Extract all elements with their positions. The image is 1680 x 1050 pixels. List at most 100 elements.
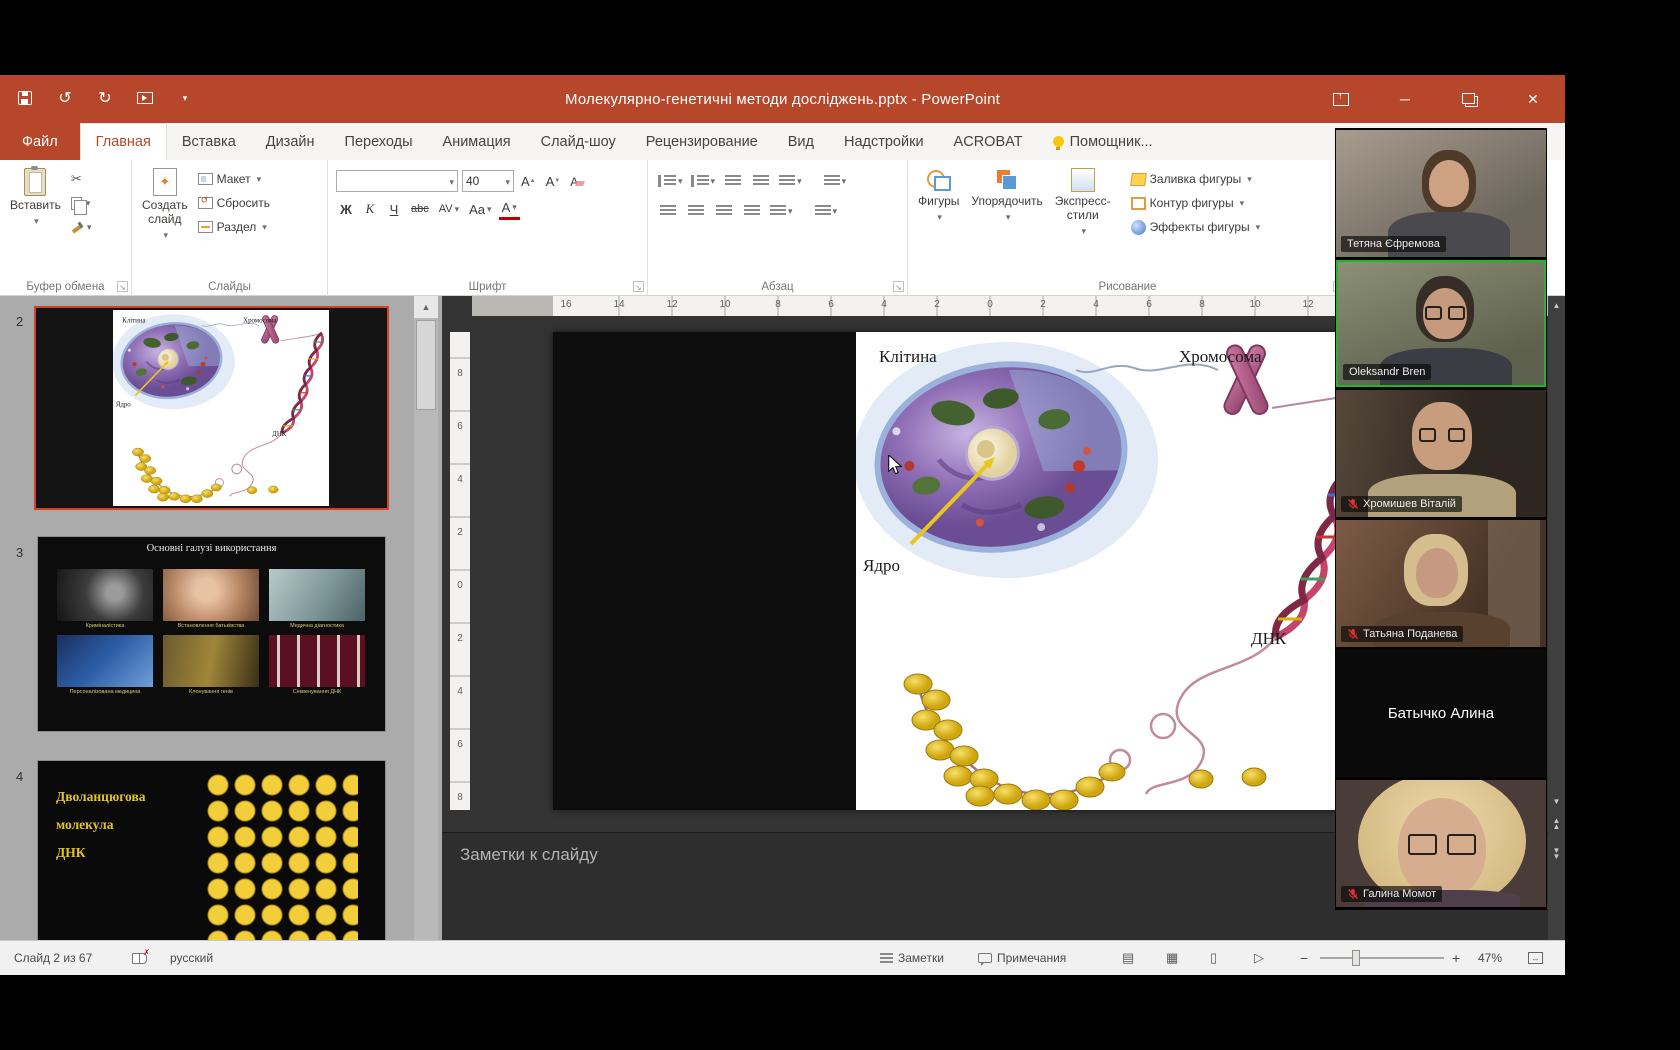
tab-tellme[interactable]: Помощник... — [1038, 123, 1168, 160]
scrollbar-thumb[interactable] — [416, 320, 436, 410]
editor-scrollbar[interactable]: ▲ ▼ ▲▲ ▼▼ — [1548, 296, 1565, 940]
align-right-button[interactable] — [712, 200, 736, 222]
increase-indent-button[interactable] — [749, 170, 773, 192]
notes-toggle-button[interactable]: Заметки — [880, 941, 944, 975]
layout-button[interactable]: Макет — [194, 168, 274, 190]
strikethrough-button[interactable]: abc — [408, 198, 432, 220]
bullets-button[interactable] — [656, 170, 685, 192]
tab-review[interactable]: Рецензирование — [631, 123, 773, 160]
tab-home[interactable]: Главная — [80, 123, 167, 160]
copy-button[interactable] — [67, 192, 96, 214]
slide-thumbnail-4[interactable]: Дволанцюгова молекула ДНК — [37, 760, 386, 940]
clear-formatting-icon[interactable] — [567, 170, 587, 192]
tab-transitions[interactable]: Переходы — [330, 123, 428, 160]
participant-video-2[interactable]: Oleksandr Bren — [1336, 260, 1546, 387]
fit-to-window-button[interactable] — [1528, 941, 1543, 975]
font-size-input[interactable] — [466, 174, 505, 188]
quick-styles-button[interactable]: Экспресс-стили — [1049, 164, 1117, 240]
bold-button[interactable]: Ж — [336, 198, 356, 220]
font-size-combo[interactable] — [462, 170, 514, 192]
zoom-slider[interactable] — [1320, 941, 1444, 975]
shapes-button[interactable]: Фигуры — [912, 164, 965, 226]
italic-button[interactable]: К — [360, 198, 380, 220]
slide-thumbnail-2[interactable] — [34, 306, 389, 510]
comments-toggle-button[interactable]: Примечания — [978, 941, 1066, 975]
paste-button[interactable]: Вставить — [4, 164, 67, 230]
tab-slideshow[interactable]: Слайд-шоу — [526, 123, 631, 160]
previous-slide-icon[interactable]: ▲▲ — [1548, 814, 1565, 834]
slide-counter[interactable]: Слайд 2 из 67 — [14, 941, 92, 975]
participant-video-6[interactable]: Галина Момот — [1336, 780, 1546, 907]
line-spacing-button[interactable] — [777, 170, 804, 192]
font-name-input[interactable] — [340, 174, 449, 188]
text-direction-button[interactable] — [822, 170, 849, 192]
cell-dna-illustration[interactable] — [856, 332, 1392, 810]
tab-acrobat[interactable]: ACROBAT — [939, 123, 1038, 160]
slide-sorter-view-button[interactable]: ▦ — [1166, 941, 1178, 975]
slide-thumbnail-3[interactable]: Основні галузі використання Криміналісти… — [37, 536, 386, 732]
zoom-level[interactable]: 47% — [1478, 941, 1502, 975]
underline-button[interactable]: Ч — [384, 198, 404, 220]
slideshow-view-button[interactable]: ▷ — [1254, 941, 1264, 975]
clipboard-dialog-launcher-icon[interactable] — [117, 281, 128, 292]
slide-canvas[interactable] — [553, 332, 1424, 810]
scroll-up-icon[interactable]: ▲ — [1548, 296, 1565, 316]
columns-button[interactable] — [768, 200, 795, 222]
participant-video-5[interactable]: Батычко Алина — [1336, 650, 1546, 777]
section-button[interactable]: Раздел — [194, 216, 274, 238]
font-color-button[interactable]: А — [499, 198, 520, 220]
font-name-combo[interactable] — [336, 170, 458, 192]
zoom-in-button[interactable] — [1452, 941, 1460, 975]
character-spacing-button[interactable]: AV — [436, 198, 462, 220]
change-case-button[interactable]: Aa — [466, 198, 494, 220]
participant-video-3[interactable]: Хромишев Віталій — [1336, 390, 1546, 517]
tab-file[interactable]: Файл — [0, 123, 80, 160]
justify-button[interactable] — [740, 200, 764, 222]
tab-insert[interactable]: Вставка — [167, 123, 251, 160]
participant-video-4[interactable]: Татьяна Поданева — [1336, 520, 1546, 647]
tab-design[interactable]: Дизайн — [251, 123, 330, 160]
muted-mic-icon — [1347, 628, 1359, 640]
thumbnails-scrollbar[interactable]: ▲ — [414, 296, 438, 940]
thumb3-title: Основні галузі використання — [38, 543, 385, 554]
tab-view[interactable]: Вид — [773, 123, 829, 160]
participant-name-label: Тетяна Єфремова — [1341, 236, 1446, 252]
zoom-out-button[interactable] — [1300, 941, 1308, 975]
shape-fill-button[interactable]: Заливка фигуры — [1127, 168, 1265, 190]
participant-video-1[interactable]: Тетяна Єфремова — [1336, 130, 1546, 257]
font-dialog-launcher-icon[interactable] — [633, 281, 644, 292]
cut-icon — [71, 171, 82, 187]
reading-view-button[interactable]: ▯ — [1210, 941, 1217, 975]
bullets-icon — [658, 175, 676, 187]
group-paragraph: Абзац — [648, 160, 908, 296]
scroll-up-icon[interactable]: ▲ — [414, 296, 438, 318]
scroll-down-icon[interactable]: ▼ — [1548, 792, 1565, 812]
increase-font-icon[interactable]: А — [518, 170, 539, 192]
close-button[interactable] — [1511, 84, 1555, 114]
language-indicator[interactable]: русский — [170, 941, 213, 975]
decrease-font-icon[interactable]: А — [543, 170, 564, 192]
arrange-button[interactable]: Упорядочить — [965, 164, 1048, 226]
spellcheck-icon[interactable] — [132, 941, 147, 975]
shape-outline-button[interactable]: Контур фигуры — [1127, 192, 1265, 214]
cut-button[interactable] — [67, 168, 96, 190]
align-center-button[interactable] — [684, 200, 708, 222]
align-text-button[interactable] — [813, 200, 840, 222]
format-painter-button[interactable] — [67, 216, 96, 238]
participant-name-label: Татьяна Поданева — [1341, 626, 1463, 642]
align-left-button[interactable] — [656, 200, 680, 222]
tab-addins[interactable]: Надстройки — [829, 123, 939, 160]
decrease-indent-button[interactable] — [721, 170, 745, 192]
numbering-button[interactable] — [689, 170, 718, 192]
zoom-slider-thumb[interactable] — [1352, 950, 1360, 966]
normal-view-button[interactable]: ▤ — [1122, 941, 1134, 975]
reset-button[interactable]: Сбросить — [194, 192, 274, 214]
paragraph-dialog-launcher-icon[interactable] — [893, 281, 904, 292]
new-slide-button[interactable]: Создатьслайд — [136, 164, 194, 244]
restore-button[interactable] — [1447, 84, 1491, 114]
minimize-button[interactable] — [1383, 84, 1427, 114]
ribbon-display-options-button[interactable] — [1319, 84, 1363, 114]
next-slide-icon[interactable]: ▼▼ — [1548, 844, 1565, 864]
tab-animations[interactable]: Анимация — [428, 123, 526, 160]
shape-effects-button[interactable]: Эффекты фигуры — [1127, 216, 1265, 238]
